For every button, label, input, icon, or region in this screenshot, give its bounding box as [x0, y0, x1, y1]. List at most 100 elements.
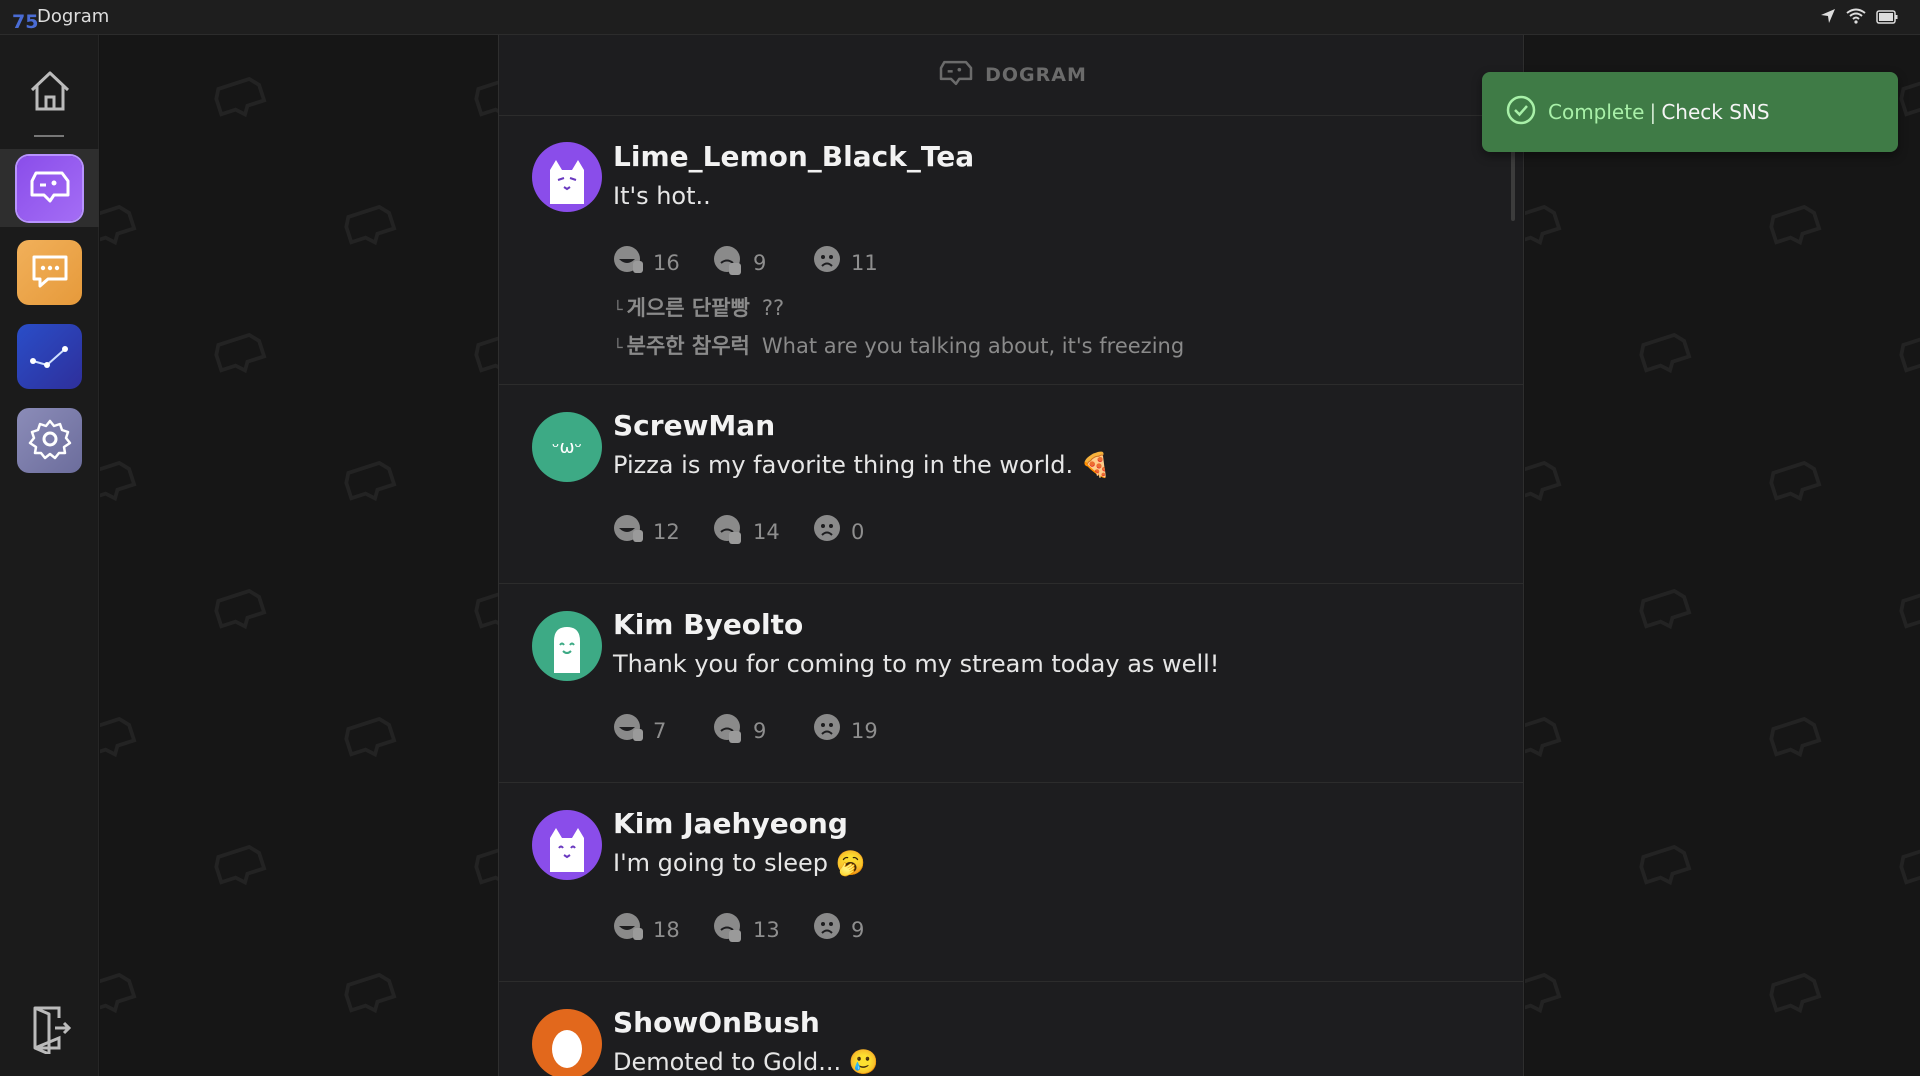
- thumbs-down-emoji-icon: [713, 912, 745, 947]
- system-status: [1820, 8, 1898, 28]
- post-author[interactable]: Kim Jaehyeong: [613, 807, 848, 840]
- like-reaction[interactable]: 18: [613, 912, 713, 947]
- post-author[interactable]: ScrewMan: [613, 409, 775, 442]
- sad-reaction[interactable]: 19: [813, 713, 913, 748]
- pattern-dog-icon: [100, 716, 137, 758]
- reaction-bar: 16 9 11: [613, 245, 913, 280]
- pattern-dog-icon: [344, 716, 397, 758]
- settings-app-button[interactable]: [17, 408, 82, 473]
- post-text: Thank you for coming to my stream today …: [613, 650, 1220, 678]
- comment-text: ??: [761, 296, 785, 320]
- sad-emoji-icon: [813, 912, 843, 947]
- comment-author[interactable]: 분주한 참우럭: [627, 334, 750, 358]
- like-count: 12: [653, 519, 680, 544]
- dislike-count: 13: [753, 917, 780, 942]
- feed-header: DOGRAM: [499, 35, 1523, 116]
- pattern-dog-icon: [214, 332, 267, 374]
- thumbs-down-emoji-icon: [713, 245, 745, 280]
- avatar: [532, 142, 602, 212]
- like-reaction[interactable]: 7: [613, 713, 713, 748]
- post-text: Demoted to Gold... 🥲: [613, 1048, 879, 1076]
- battery-icon: [1876, 9, 1898, 28]
- dislike-reaction[interactable]: 14: [713, 514, 813, 549]
- home-icon: [27, 68, 73, 118]
- sad-reaction[interactable]: 0: [813, 514, 913, 549]
- post-author[interactable]: Lime_Lemon_Black_Tea: [613, 140, 974, 173]
- laugh-emoji-icon: [613, 713, 645, 748]
- dislike-reaction[interactable]: 9: [713, 713, 813, 748]
- pattern-dog-icon: [1525, 972, 1562, 1014]
- pattern-dog-icon: [344, 204, 397, 246]
- dislike-count: 9: [753, 718, 767, 743]
- pattern-dog-icon: [1769, 460, 1822, 502]
- avatar-face: ᵕωᵕ: [552, 436, 582, 458]
- laugh-emoji-icon: [613, 245, 645, 280]
- egg-icon: [552, 1030, 582, 1068]
- pattern-dog-icon: [1639, 332, 1692, 374]
- location-icon: [1820, 8, 1836, 28]
- toast-status: Complete: [1548, 100, 1645, 124]
- post-card: ShowOnBush Demoted to Gold... 🥲: [499, 982, 1523, 1076]
- post-author[interactable]: ShowOnBush: [613, 1006, 820, 1039]
- sad-reaction[interactable]: 11: [813, 245, 913, 280]
- pattern-dog-icon: [344, 460, 397, 502]
- pattern-dog-icon: [100, 972, 137, 1014]
- notification-toast[interactable]: Complete | Check SNS: [1482, 72, 1898, 152]
- post-text: It's hot..: [613, 182, 711, 210]
- background-pattern-left: [100, 35, 498, 1076]
- pattern-dog-icon: [1899, 588, 1920, 630]
- pattern-dog-icon: [1525, 460, 1562, 502]
- sns-feed[interactable]: DOGRAM Lime_Lemon_Black_Tea It's hot.. 1…: [498, 35, 1524, 1076]
- like-reaction[interactable]: 12: [613, 514, 713, 549]
- dislike-reaction[interactable]: 9: [713, 245, 813, 280]
- laugh-emoji-icon: [613, 912, 645, 947]
- sad-count: 11: [851, 250, 878, 275]
- toast-message: Check SNS: [1661, 100, 1770, 124]
- pattern-dog-icon: [214, 76, 267, 118]
- logout-button[interactable]: [17, 997, 82, 1062]
- reaction-bar: 18 13 9: [613, 912, 913, 947]
- thumbs-down-emoji-icon: [713, 713, 745, 748]
- constellation-app-button[interactable]: [17, 324, 82, 389]
- pattern-dog-icon: [1899, 332, 1920, 374]
- brand-wordmark: DOGRAM: [985, 64, 1087, 86]
- dog-icon: [26, 167, 74, 211]
- like-count: 18: [653, 917, 680, 942]
- comment: └ 분주한 참우럭 What are you talking about, it's…: [613, 330, 1184, 360]
- app-title: Dogram: [37, 6, 110, 27]
- constellation-icon: [25, 335, 75, 379]
- sad-emoji-icon: [813, 713, 843, 748]
- home-button[interactable]: [17, 60, 82, 125]
- post-author[interactable]: Kim Byeolto: [613, 608, 803, 641]
- sad-reaction[interactable]: 9: [813, 912, 913, 947]
- notification-count: 75: [12, 11, 39, 33]
- laugh-emoji-icon: [613, 514, 645, 549]
- comment-author[interactable]: 게으른 단팥빵: [627, 296, 750, 320]
- like-count: 16: [653, 250, 680, 275]
- pattern-dog-icon: [1899, 76, 1920, 118]
- cat-face-icon: [550, 828, 584, 872]
- chat-bubble-icon: [28, 251, 72, 295]
- reply-branch-icon: └: [613, 300, 623, 319]
- dogram-app-button[interactable]: [17, 156, 82, 221]
- post-text: I'm going to sleep 🥱: [613, 849, 866, 877]
- pattern-dog-icon: [1525, 716, 1562, 758]
- sad-count: 9: [851, 917, 865, 942]
- sad-count: 19: [851, 718, 878, 743]
- wifi-icon: [1846, 8, 1866, 28]
- post-card: Kim Jaehyeong I'm going to sleep 🥱 18 13…: [499, 783, 1523, 982]
- pattern-dog-icon: [1769, 716, 1822, 758]
- app-sidebar: [0, 35, 99, 1076]
- pattern-dog-icon: [214, 844, 267, 886]
- ghost-face-icon: [554, 627, 580, 673]
- chat-app-button[interactable]: [17, 240, 82, 305]
- reaction-bar: 7 9 19: [613, 713, 913, 748]
- gear-icon: [28, 417, 72, 465]
- dislike-count: 9: [753, 250, 767, 275]
- like-reaction[interactable]: 16: [613, 245, 713, 280]
- pattern-dog-icon: [474, 844, 498, 886]
- pattern-dog-icon: [1639, 844, 1692, 886]
- comment: └ 게으른 단팥빵??: [613, 292, 784, 322]
- dislike-reaction[interactable]: 13: [713, 912, 813, 947]
- cat-face-icon: [550, 160, 584, 204]
